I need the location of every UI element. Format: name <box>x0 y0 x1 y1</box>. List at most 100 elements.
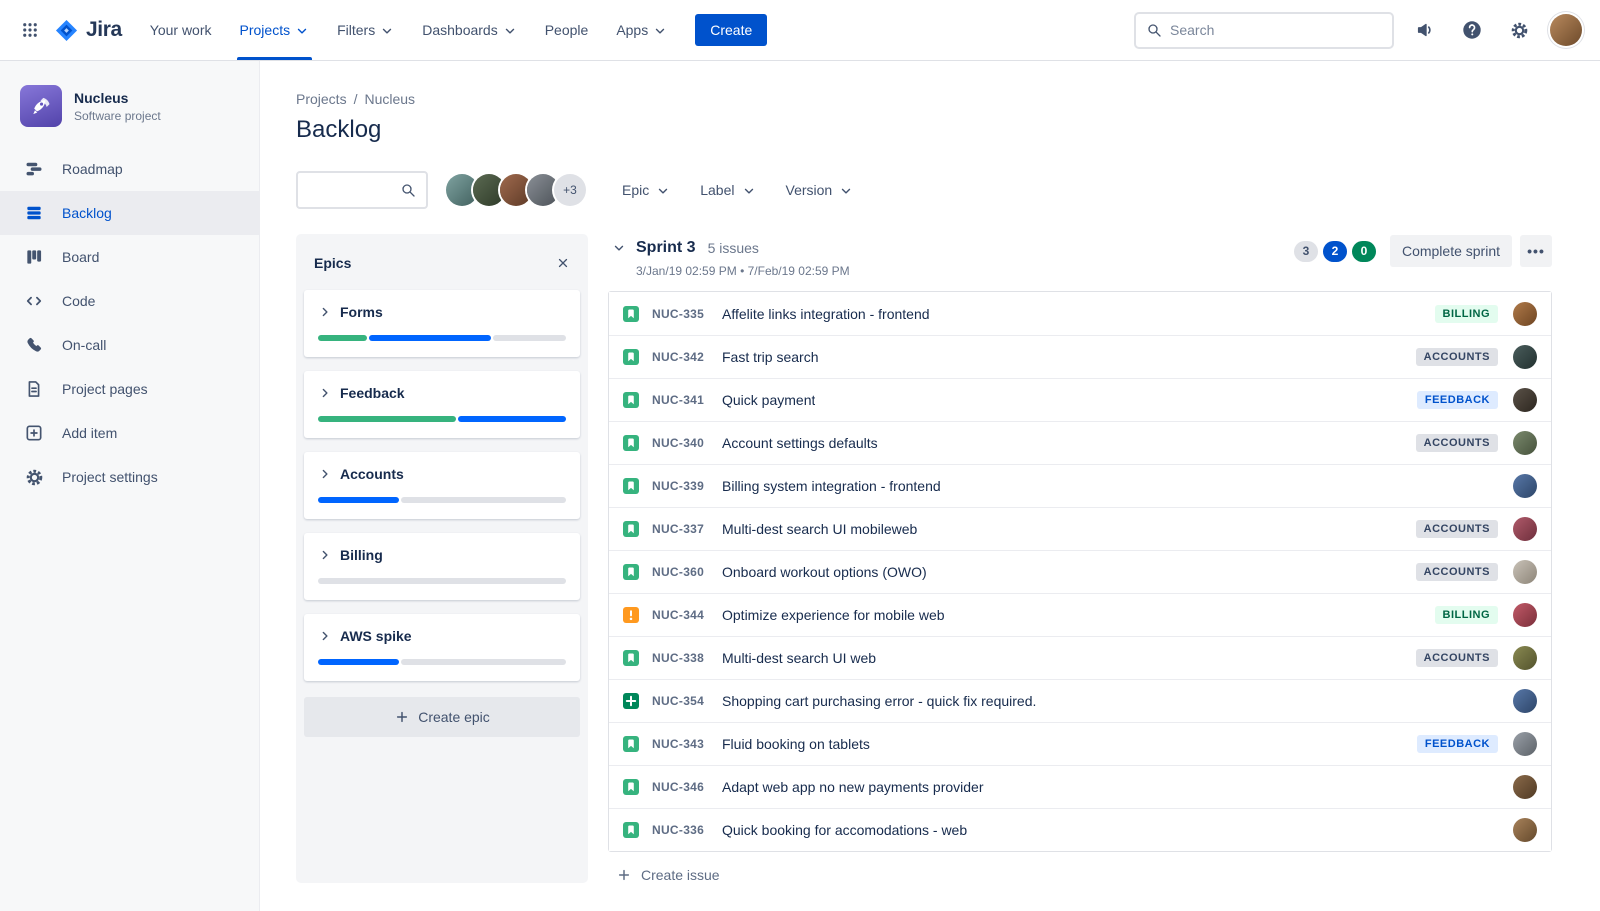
epic-name: AWS spike <box>340 628 412 644</box>
close-epics-button[interactable] <box>550 250 576 276</box>
assignee-avatar[interactable] <box>1513 818 1537 842</box>
sprint-dates: 3/Jan/19 02:59 PM • 7/Feb/19 02:59 PM <box>636 264 850 278</box>
assignee-avatar[interactable] <box>1513 732 1537 756</box>
backlog-search-input[interactable] <box>308 182 394 198</box>
avatar-overflow[interactable]: +3 <box>554 174 586 206</box>
assignee-avatar[interactable] <box>1513 302 1537 326</box>
assignee-avatar[interactable] <box>1513 345 1537 369</box>
app-switcher-button[interactable] <box>14 14 46 46</box>
sidebar-item-code[interactable]: Code <box>0 279 259 323</box>
chevron-right-icon[interactable] <box>318 305 332 319</box>
assignee-avatar[interactable] <box>1513 431 1537 455</box>
epic-label-pill: ACCOUNTS <box>1416 563 1498 581</box>
help-icon <box>1461 19 1483 41</box>
issue-row-nuc-336[interactable]: NUC-336 Quick booking for accomodations … <box>609 808 1551 851</box>
nav-item-dashboards[interactable]: Dashboards <box>408 0 531 60</box>
assignee-avatar[interactable] <box>1513 517 1537 541</box>
filter-dropdown-label[interactable]: Label <box>690 174 765 206</box>
breadcrumb-project-name[interactable]: Nucleus <box>364 91 415 107</box>
epic-card-feedback[interactable]: Feedback <box>304 371 580 438</box>
sidebar-item-add-item[interactable]: Add item <box>0 411 259 455</box>
nav-item-people[interactable]: People <box>531 0 603 60</box>
create-button[interactable]: Create <box>695 14 767 46</box>
sidebar-item-backlog[interactable]: Backlog <box>0 191 259 235</box>
story-icon <box>623 564 639 580</box>
issue-row-nuc-343[interactable]: NUC-343 Fluid booking on tablets FEEDBAC… <box>609 722 1551 765</box>
issue-row-nuc-344[interactable]: NUC-344 Optimize experience for mobile w… <box>609 593 1551 636</box>
nav-item-projects[interactable]: Projects <box>226 0 324 60</box>
create-epic-button[interactable]: Create epic <box>304 697 580 737</box>
nav-item-label: Filters <box>337 22 375 38</box>
assignee-avatar[interactable] <box>1513 646 1537 670</box>
assignee-avatar[interactable] <box>1513 603 1537 627</box>
assignee-avatar[interactable] <box>1513 775 1537 799</box>
issue-row-nuc-360[interactable]: NUC-360 Onboard workout options (OWO) AC… <box>609 550 1551 593</box>
epic-card-forms[interactable]: Forms <box>304 290 580 357</box>
jira-logo[interactable]: Jira <box>54 18 122 43</box>
issue-summary: Shopping cart purchasing error - quick f… <box>722 693 1036 709</box>
announcement-button[interactable] <box>1409 14 1441 46</box>
epic-card-billing[interactable]: Billing <box>304 533 580 600</box>
nav-item-apps[interactable]: Apps <box>602 0 681 60</box>
global-search[interactable] <box>1134 12 1394 49</box>
issue-row-nuc-342[interactable]: NUC-342 Fast trip search ACCOUNTS <box>609 335 1551 378</box>
sprint-header-right: 320 Complete sprint ••• <box>1294 235 1552 267</box>
page-title: Backlog <box>296 116 1552 144</box>
issue-row-nuc-337[interactable]: NUC-337 Multi-dest search UI mobileweb A… <box>609 507 1551 550</box>
issue-row-nuc-340[interactable]: NUC-340 Account settings defaults ACCOUN… <box>609 421 1551 464</box>
filter-dropdown-version[interactable]: Version <box>776 174 864 206</box>
sidebar-item-board[interactable]: Board <box>0 235 259 279</box>
sprint-more-button[interactable]: ••• <box>1520 235 1552 267</box>
issue-row-nuc-335[interactable]: NUC-335 Affelite links integration - fro… <box>609 292 1551 335</box>
issue-key: NUC-346 <box>652 780 712 794</box>
filter-dropdown-epic[interactable]: Epic <box>612 174 680 206</box>
breadcrumb-projects[interactable]: Projects <box>296 91 347 107</box>
sidebar-item-label: Backlog <box>62 205 112 221</box>
assignee-avatar[interactable] <box>1513 388 1537 412</box>
create-issue-button[interactable]: Create issue <box>608 852 728 898</box>
issue-key: NUC-360 <box>652 565 712 579</box>
sprint-status-badge: 3 <box>1294 241 1318 262</box>
chevron-right-icon[interactable] <box>318 386 332 400</box>
filter-label: Version <box>786 182 833 198</box>
issue-row-nuc-354[interactable]: NUC-354 Shopping cart purchasing error -… <box>609 679 1551 722</box>
epic-name: Accounts <box>340 466 404 482</box>
epic-card-aws-spike[interactable]: AWS spike <box>304 614 580 681</box>
global-search-input[interactable] <box>1170 22 1382 38</box>
assignee-avatar[interactable] <box>1513 689 1537 713</box>
profile-avatar[interactable] <box>1550 14 1582 46</box>
nav-item-label: Apps <box>616 22 648 38</box>
sprint-issue-count: 5 issues <box>708 240 759 256</box>
sidebar-item-roadmap[interactable]: Roadmap <box>0 147 259 191</box>
nav-item-your-work[interactable]: Your work <box>136 0 226 60</box>
issue-row-nuc-346[interactable]: NUC-346 Adapt web app no new payments pr… <box>609 765 1551 808</box>
backlog-controls: +3 Epic Label Version <box>296 171 1552 209</box>
issue-row-nuc-339[interactable]: NUC-339 Billing system integration - fro… <box>609 464 1551 507</box>
sidebar-item-project-pages[interactable]: Project pages <box>0 367 259 411</box>
issue-row-right: ACCOUNTS <box>1404 560 1537 584</box>
settings-button[interactable] <box>1503 14 1535 46</box>
chevron-down-icon <box>742 184 756 198</box>
chevron-right-icon[interactable] <box>318 467 332 481</box>
sidebar-item-project-settings[interactable]: Project settings <box>0 455 259 499</box>
filter-bar: Epic Label Version <box>612 174 863 206</box>
issue-summary: Affelite links integration - frontend <box>722 306 930 322</box>
issue-row-nuc-341[interactable]: NUC-341 Quick payment FEEDBACK <box>609 378 1551 421</box>
issue-row-right: FEEDBACK <box>1405 732 1537 756</box>
help-button[interactable] <box>1456 14 1488 46</box>
nav-item-filters[interactable]: Filters <box>323 0 408 60</box>
sidebar-item-on-call[interactable]: On-call <box>0 323 259 367</box>
complete-sprint-button[interactable]: Complete sprint <box>1390 235 1512 267</box>
chevron-right-icon[interactable] <box>318 548 332 562</box>
announcement-icon <box>1415 20 1435 40</box>
issue-row-nuc-338[interactable]: NUC-338 Multi-dest search UI web ACCOUNT… <box>609 636 1551 679</box>
assignee-avatar[interactable] <box>1513 474 1537 498</box>
top-navigation: Jira Your work Projects Filters Dashboar… <box>0 0 1600 61</box>
collapse-sprint-button[interactable] <box>608 237 630 259</box>
assignee-avatar[interactable] <box>1513 560 1537 584</box>
epic-card-accounts[interactable]: Accounts <box>304 452 580 519</box>
chevron-right-icon[interactable] <box>318 629 332 643</box>
backlog-search[interactable] <box>296 171 428 209</box>
sidebar-item-label: Board <box>62 249 99 265</box>
story-icon <box>623 349 639 365</box>
